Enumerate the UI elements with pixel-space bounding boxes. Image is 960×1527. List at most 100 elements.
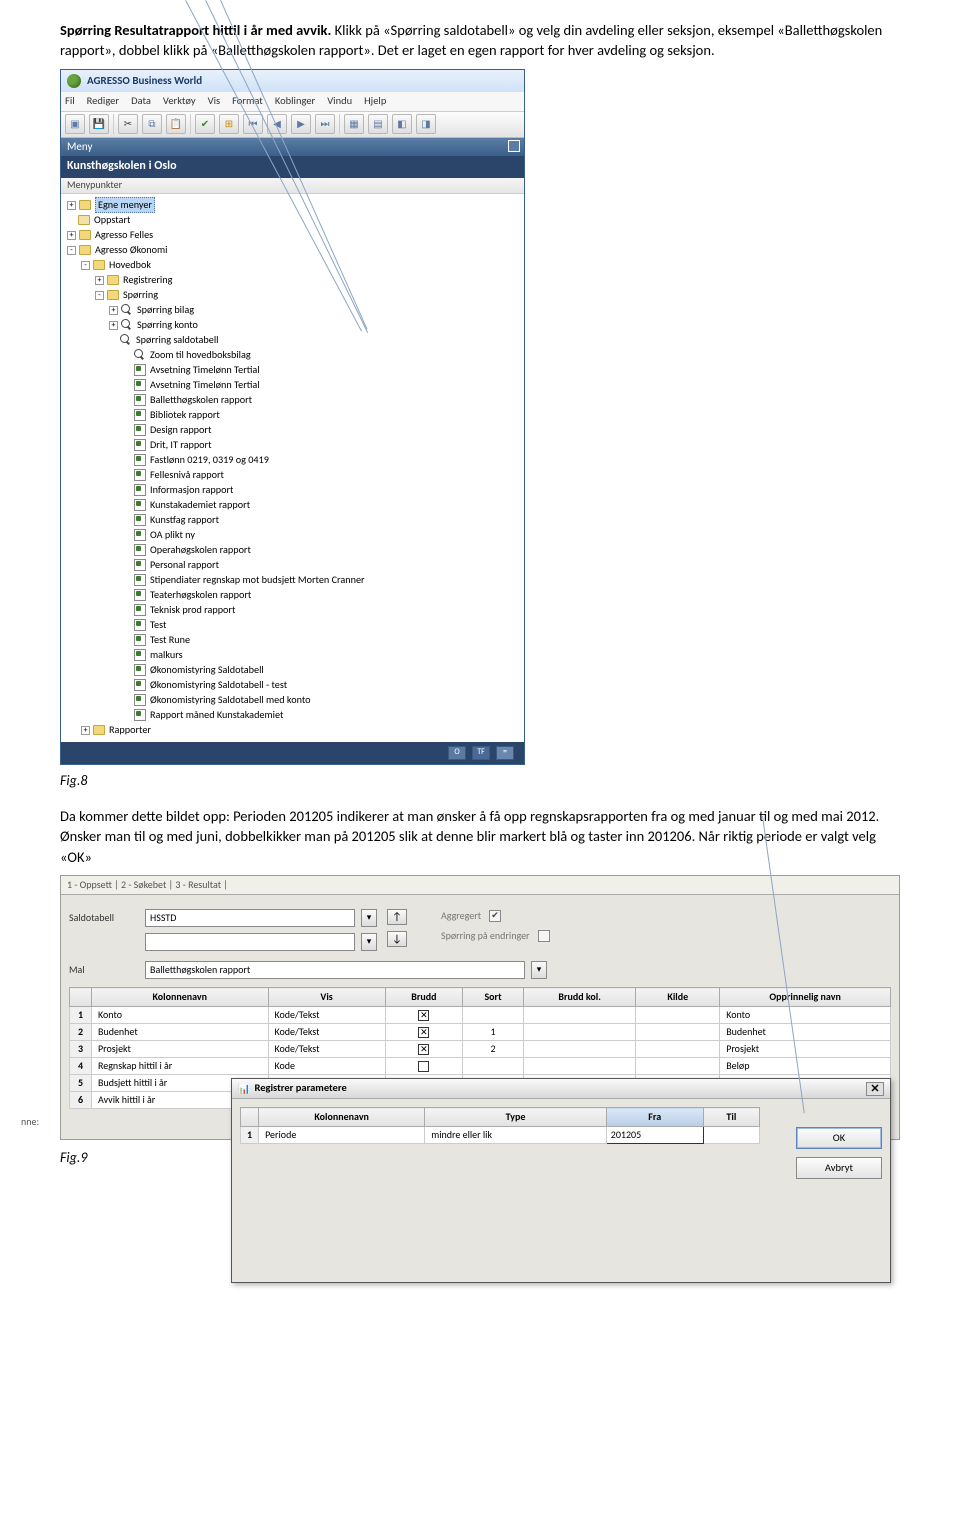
menu-vis[interactable]: Vis xyxy=(208,94,220,109)
tree-item[interactable]: +Agresso Felles xyxy=(67,228,520,243)
vis-checkbox-cell[interactable] xyxy=(385,1058,462,1075)
tree-item[interactable]: Økonomistyring Saldotabell med konto xyxy=(67,693,520,708)
vis-checkbox-cell[interactable] xyxy=(385,1024,462,1041)
tree-item[interactable]: Design rapport xyxy=(67,423,520,438)
tree-item[interactable]: Avsetning Timelønn Tertial xyxy=(67,363,520,378)
close-icon[interactable]: ✕ xyxy=(866,1082,884,1096)
tree-item[interactable]: -Agresso Økonomi xyxy=(67,243,520,258)
tb-nav-first-icon[interactable]: ⏮ xyxy=(243,114,263,134)
tree-item[interactable]: Bibliotek rapport xyxy=(67,408,520,423)
tb-copy-icon[interactable]: ⧉ xyxy=(142,114,162,134)
collapse-icon[interactable]: - xyxy=(67,246,76,255)
expand-icon[interactable]: + xyxy=(67,201,76,210)
menu-fil[interactable]: Fil xyxy=(65,94,75,109)
tb-misc2-icon[interactable]: ▤ xyxy=(368,114,388,134)
expand-icon[interactable]: + xyxy=(109,321,118,330)
tb-open-icon[interactable]: ▣ xyxy=(65,114,85,134)
expand-icon[interactable]: + xyxy=(81,726,90,735)
menu-koblinger[interactable]: Koblinger xyxy=(275,94,315,109)
tb-nav-last-icon[interactable]: ⏭ xyxy=(315,114,335,134)
menu-data[interactable]: Data xyxy=(131,94,151,109)
param-fra-input[interactable]: 201205 xyxy=(606,1127,703,1144)
tb-misc4-icon[interactable]: ◨ xyxy=(416,114,436,134)
second-input[interactable] xyxy=(145,933,355,951)
tree-item[interactable]: Økonomistyring Saldotabell xyxy=(67,663,520,678)
tree-item[interactable]: Operahøgskolen rapport xyxy=(67,543,520,558)
ok-button[interactable]: OK xyxy=(796,1127,882,1149)
tree-item[interactable]: Personal rapport xyxy=(67,558,520,573)
collapse-icon[interactable]: - xyxy=(81,261,90,270)
tb-misc-icon[interactable]: ▦ xyxy=(344,114,364,134)
aggregert-checkbox[interactable] xyxy=(489,910,501,922)
tree-item[interactable]: Zoom til hovedboksbilag xyxy=(67,348,520,363)
checkbox-icon[interactable] xyxy=(418,1010,429,1021)
mal-input[interactable]: Balletthøgskolen rapport xyxy=(145,961,525,979)
tree-item[interactable]: Teaterhøgskolen rapport xyxy=(67,588,520,603)
menu-verktoy[interactable]: Verktøy xyxy=(163,94,196,109)
tree-item[interactable]: Avsetning Timelønn Tertial xyxy=(67,378,520,393)
dropdown-icon[interactable]: ▾ xyxy=(361,909,377,927)
expand-icon[interactable]: + xyxy=(109,306,118,315)
tree-item[interactable]: Økonomistyring Saldotabell - test xyxy=(67,678,520,693)
param-row[interactable]: 1 Periode mindre eller lik 201205 xyxy=(241,1127,760,1144)
dropdown-icon[interactable]: ▾ xyxy=(361,933,377,951)
tree-item[interactable]: malkurs xyxy=(67,648,520,663)
tree-item[interactable]: +Spørring konto xyxy=(67,318,520,333)
sporring-endr-checkbox[interactable] xyxy=(538,930,550,942)
tree-item[interactable]: Kunstfag rapport xyxy=(67,513,520,528)
tb-check-icon[interactable]: ✔ xyxy=(195,114,215,134)
tree-item[interactable]: +Registrering xyxy=(67,273,520,288)
move-up-icon[interactable]: ↑ xyxy=(387,909,407,925)
tree-item[interactable]: Fastlønn 0219, 0319 og 0419 xyxy=(67,453,520,468)
checkbox-icon[interactable] xyxy=(418,1044,429,1055)
checkbox-icon[interactable] xyxy=(418,1061,429,1072)
tb-paste-icon[interactable]: 📋 xyxy=(166,114,186,134)
tree-item[interactable]: Test xyxy=(67,618,520,633)
tree-item[interactable]: OA plikt ny xyxy=(67,528,520,543)
tree-item[interactable]: Teknisk prod rapport xyxy=(67,603,520,618)
tree-item[interactable]: Stipendiater regnskap mot budsjett Morte… xyxy=(67,573,520,588)
move-down-icon[interactable]: ↓ xyxy=(387,931,407,947)
tb-misc3-icon[interactable]: ◧ xyxy=(392,114,412,134)
avbryt-button[interactable]: Avbryt xyxy=(796,1157,882,1179)
tb-save-icon[interactable]: 💾 xyxy=(89,114,109,134)
table-row[interactable]: 2BudenhetKode/Tekst1Budenhet xyxy=(70,1024,891,1041)
tree-item[interactable]: Fellesnivå rapport xyxy=(67,468,520,483)
menu-rediger[interactable]: Rediger xyxy=(87,94,119,109)
param-table: KolonnenavnTypeFraTil 1 Periode mindre e… xyxy=(240,1107,760,1144)
tree-item[interactable]: Drit, IT rapport xyxy=(67,438,520,453)
tree-item[interactable]: Spørring saldotabell xyxy=(67,333,520,348)
checkbox-icon[interactable] xyxy=(418,1027,429,1038)
expand-icon[interactable]: + xyxy=(67,231,76,240)
tree-item[interactable]: +Rapporter xyxy=(67,723,520,738)
menu-hjelp[interactable]: Hjelp xyxy=(364,94,386,109)
collapse-icon[interactable]: - xyxy=(95,291,104,300)
tree-item[interactable]: Rapport måned Kunstakademiet xyxy=(67,708,520,723)
tree-item[interactable]: +Spørring bilag xyxy=(67,303,520,318)
vis-checkbox-cell[interactable] xyxy=(385,1041,462,1058)
tree-item[interactable]: Kunstakademiet rapport xyxy=(67,498,520,513)
vis-checkbox-cell[interactable] xyxy=(385,1007,462,1024)
tree-item[interactable]: -Hovedbok xyxy=(67,258,520,273)
status-btn-eq[interactable]: = xyxy=(496,746,514,760)
menu-bar[interactable]: Fil Rediger Data Verktøy Vis Format Kobl… xyxy=(61,92,524,112)
tree-item[interactable]: Informasjon rapport xyxy=(67,483,520,498)
tb-nav-next-icon[interactable]: ▶ xyxy=(291,114,311,134)
status-btn-tf[interactable]: TF xyxy=(472,746,490,760)
expand-icon[interactable]: + xyxy=(95,276,104,285)
meny-box-icon[interactable] xyxy=(508,140,520,152)
table-row[interactable]: 3ProsjektKode/Tekst2Prosjekt xyxy=(70,1041,891,1058)
tree-item[interactable]: Test Rune xyxy=(67,633,520,648)
dropdown-icon[interactable]: ▾ xyxy=(531,961,547,979)
tb-star-icon[interactable]: ⊞ xyxy=(219,114,239,134)
tb-cut-icon[interactable]: ✂ xyxy=(118,114,138,134)
saldotabell-input[interactable]: HSSTD xyxy=(145,909,355,927)
tree-item[interactable]: Oppstart xyxy=(67,213,520,228)
table-row[interactable]: 4Regnskap hittil i årKodeBeløp xyxy=(70,1058,891,1075)
menu-vindu[interactable]: Vindu xyxy=(327,94,352,109)
tree-item[interactable]: Balletthøgskolen rapport xyxy=(67,393,520,408)
status-btn-o[interactable]: O xyxy=(448,746,466,760)
tree-item-label: Test xyxy=(150,618,166,632)
tree-item[interactable]: -Spørring xyxy=(67,288,520,303)
table-row[interactable]: 1KontoKode/TekstKonto xyxy=(70,1007,891,1024)
